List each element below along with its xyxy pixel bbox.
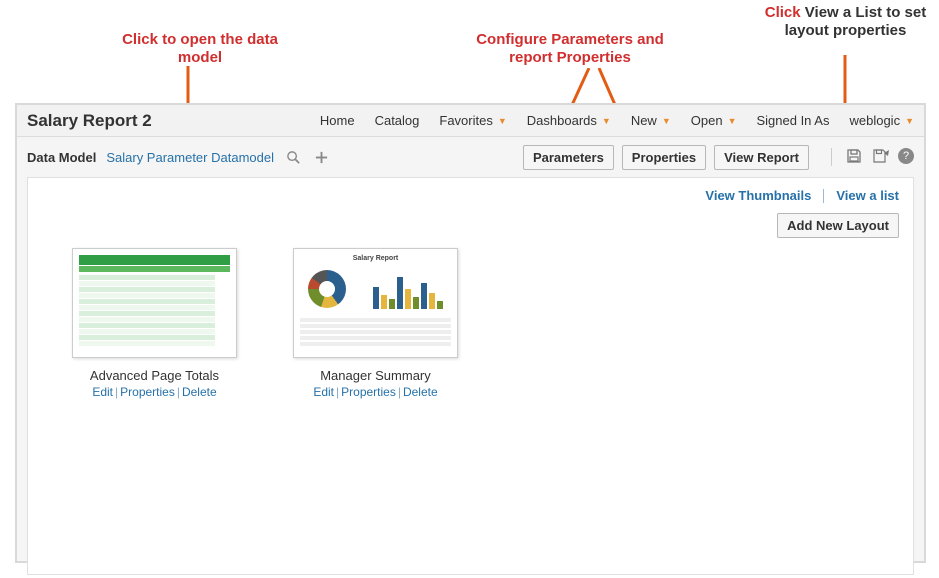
data-model-label: Data Model [27, 150, 96, 165]
nav-open[interactable]: Open▼ [691, 113, 737, 128]
dropdown-icon: ▼ [602, 116, 611, 126]
data-model-row: Data Model Salary Parameter Datamodel Pa… [17, 137, 924, 177]
layout-actions: Edit|Properties|Delete [72, 385, 237, 399]
panel-top: View Thumbnails View a list [42, 188, 899, 203]
nav-user[interactable]: weblogic▼ [849, 113, 914, 128]
add-new-layout-button[interactable]: Add New Layout [777, 213, 899, 238]
dropdown-icon: ▼ [728, 116, 737, 126]
layout-title: Manager Summary [293, 368, 458, 383]
layout-thumbnail[interactable] [72, 248, 237, 358]
view-report-button[interactable]: View Report [714, 145, 809, 170]
layout-thumbnail[interactable]: Salary Report [293, 248, 458, 358]
parameters-button[interactable]: Parameters [523, 145, 614, 170]
add-icon[interactable] [314, 149, 330, 165]
app-header: Salary Report 2 Home Catalog Favorites▼ … [17, 105, 924, 137]
dropdown-icon: ▼ [662, 116, 671, 126]
annotation-config-params: Configure Parameters and report Properti… [455, 31, 685, 67]
help-icon[interactable]: ? [898, 148, 914, 164]
layout-delete-link[interactable]: Delete [403, 385, 438, 399]
report-title: Salary Report 2 [27, 111, 152, 131]
annotation-open-data-model: Click to open the data model [100, 31, 300, 67]
save-as-icon[interactable] [872, 148, 890, 166]
nav-favorites[interactable]: Favorites▼ [439, 113, 506, 128]
layout-title: Advanced Page Totals [72, 368, 237, 383]
layout-edit-link[interactable]: Edit [92, 385, 113, 399]
layout-actions: Edit|Properties|Delete [293, 385, 458, 399]
nav-catalog[interactable]: Catalog [375, 113, 420, 128]
view-thumbnails-link[interactable]: View Thumbnails [705, 188, 811, 203]
search-icon[interactable] [286, 149, 302, 165]
divider [823, 189, 824, 203]
dropdown-icon: ▼ [498, 116, 507, 126]
properties-button[interactable]: Properties [622, 145, 706, 170]
data-model-link[interactable]: Salary Parameter Datamodel [106, 150, 274, 165]
app-frame: Salary Report 2 Home Catalog Favorites▼ … [15, 103, 926, 563]
toolbox: Parameters Properties View Report ? [523, 145, 914, 170]
layout-properties-link[interactable]: Properties [341, 385, 396, 399]
layouts-container: Advanced Page Totals Edit|Properties|Del… [72, 248, 899, 399]
annotation-view-list: Click View a List to set layout properti… [758, 4, 933, 40]
dropdown-icon: ▼ [905, 116, 914, 126]
nav-dashboards[interactable]: Dashboards▼ [527, 113, 611, 128]
layout-card: Advanced Page Totals Edit|Properties|Del… [72, 248, 237, 399]
nav-home[interactable]: Home [320, 113, 355, 128]
layouts-panel: View Thumbnails View a list Add New Layo… [27, 177, 914, 575]
view-list-link[interactable]: View a list [836, 188, 899, 203]
layout-properties-link[interactable]: Properties [120, 385, 175, 399]
top-nav: Home Catalog Favorites▼ Dashboards▼ New▼… [320, 113, 914, 128]
layout-delete-link[interactable]: Delete [182, 385, 217, 399]
nav-new[interactable]: New▼ [631, 113, 671, 128]
layout-edit-link[interactable]: Edit [313, 385, 334, 399]
signed-in-label: Signed In As [756, 113, 829, 128]
tool-icons: ? [831, 148, 914, 166]
save-icon[interactable] [846, 148, 864, 166]
layout-card: Salary Report Manager Summary Edit|Prope… [293, 248, 458, 399]
